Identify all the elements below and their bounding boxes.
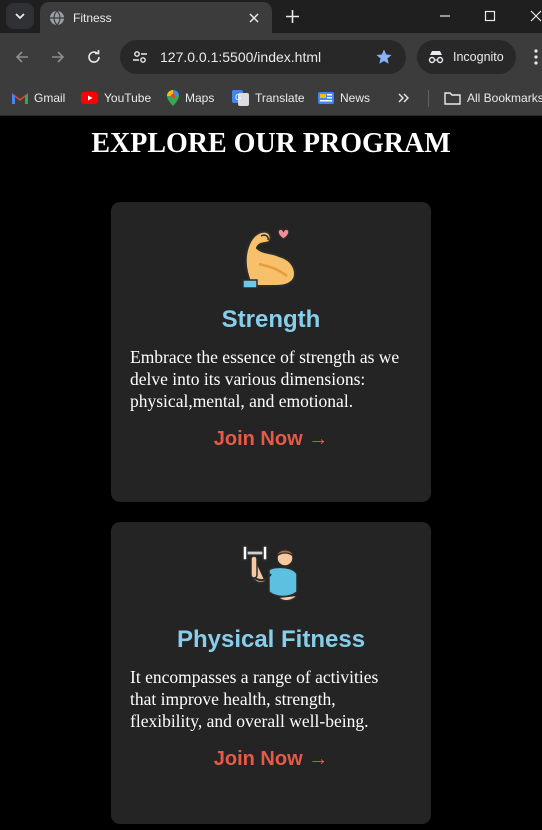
page-content: EXPLORE OUR PROGRAM Strength Embrace the… bbox=[0, 116, 542, 830]
address-bar[interactable]: 127.0.0.1:5500/index.html bbox=[120, 40, 406, 74]
dumbbell-lifter-icon bbox=[239, 540, 303, 604]
incognito-indicator[interactable]: Incognito bbox=[417, 40, 516, 74]
bookmark-label: News bbox=[340, 91, 371, 105]
browser-toolbar: 127.0.0.1:5500/index.html Incognito bbox=[0, 33, 542, 81]
gmail-icon bbox=[12, 93, 28, 104]
maximize-icon bbox=[484, 10, 496, 22]
close-tab-icon[interactable] bbox=[246, 10, 262, 26]
tab-search-button[interactable] bbox=[6, 3, 34, 29]
bookmarks-divider bbox=[428, 90, 429, 107]
browser-menu-button[interactable] bbox=[530, 47, 542, 67]
bookmark-star-icon[interactable] bbox=[374, 47, 394, 67]
card-description-line: flexibility, and overall well-being. bbox=[130, 711, 369, 731]
minimize-button[interactable] bbox=[435, 6, 455, 26]
more-bookmarks-button[interactable] bbox=[397, 88, 411, 108]
bookmark-label: Maps bbox=[185, 91, 215, 105]
all-bookmarks-label: All Bookmarks bbox=[467, 91, 542, 105]
arrow-right-icon bbox=[52, 51, 65, 63]
active-tab[interactable]: Fitness bbox=[40, 2, 272, 33]
card-title: Strength bbox=[221, 306, 321, 333]
incognito-icon bbox=[428, 51, 444, 64]
join-now-link[interactable]: Join Now → bbox=[111, 428, 431, 451]
close-icon bbox=[530, 10, 542, 22]
plus-icon bbox=[285, 9, 299, 23]
flexed-arm-heart-icon bbox=[239, 224, 303, 289]
card-description-line: that improve health, strength, bbox=[130, 689, 336, 709]
url-text[interactable]: 127.0.0.1:5500/index.html bbox=[160, 49, 374, 65]
bookmark-gmail[interactable]: Gmail bbox=[12, 88, 65, 108]
program-card-strength: Strength Embrace the essence of strength… bbox=[111, 202, 431, 502]
bookmark-label: Translate bbox=[255, 91, 305, 105]
card-description: It encompasses a range of activities tha… bbox=[130, 666, 415, 732]
arrow-left-icon bbox=[15, 51, 28, 63]
chevron-down-icon bbox=[15, 13, 25, 20]
program-card-physical-fitness: Physical Fitness It encompasses a range … bbox=[111, 522, 431, 824]
new-tab-button[interactable] bbox=[282, 6, 302, 26]
svg-text:G: G bbox=[235, 93, 241, 102]
maps-icon bbox=[167, 90, 179, 106]
bookmark-news[interactable]: News bbox=[318, 88, 370, 108]
bookmark-label: Gmail bbox=[34, 91, 66, 105]
card-description-line: It encompasses a range of activities bbox=[130, 667, 379, 687]
bookmark-label: YouTube bbox=[104, 91, 152, 105]
join-now-link[interactable]: Join Now → bbox=[111, 748, 431, 771]
reload-button[interactable] bbox=[84, 47, 104, 67]
card-description-line: Embrace the essence of strength as we bbox=[130, 347, 400, 367]
close-window-button[interactable] bbox=[526, 6, 542, 26]
more-vert-icon bbox=[534, 49, 538, 65]
card-description-line: delve into its various dimensions: bbox=[130, 369, 366, 389]
reload-icon bbox=[88, 50, 100, 63]
maximize-button[interactable] bbox=[480, 6, 500, 26]
translate-icon: G bbox=[232, 90, 249, 106]
globe-icon bbox=[49, 10, 65, 26]
tab-strip: Fitness bbox=[0, 0, 542, 33]
incognito-label: Incognito bbox=[453, 50, 504, 64]
card-title: Physical Fitness bbox=[176, 626, 366, 653]
folder-icon bbox=[444, 92, 461, 105]
site-info-icon[interactable] bbox=[132, 49, 148, 65]
forward-button[interactable] bbox=[48, 47, 68, 67]
tab-title: Fitness bbox=[73, 10, 112, 25]
card-description-line: physical,mental, and emotional. bbox=[130, 391, 354, 411]
double-chevron-icon bbox=[398, 93, 409, 103]
minimize-icon bbox=[440, 15, 450, 17]
bookmarks-bar: Gmail YouTube Maps G Translate News All … bbox=[0, 81, 542, 116]
back-button[interactable] bbox=[12, 47, 32, 67]
page-title: EXPLORE OUR PROGRAM bbox=[91, 128, 451, 159]
bookmark-translate[interactable]: G Translate bbox=[232, 88, 305, 108]
card-description: Embrace the essence of strength as we de… bbox=[130, 346, 415, 412]
bookmark-maps[interactable]: Maps bbox=[167, 88, 214, 108]
youtube-icon bbox=[81, 92, 98, 104]
news-icon bbox=[318, 92, 334, 104]
bookmark-youtube[interactable]: YouTube bbox=[81, 88, 151, 108]
all-bookmarks-button[interactable]: All Bookmarks bbox=[444, 88, 542, 108]
